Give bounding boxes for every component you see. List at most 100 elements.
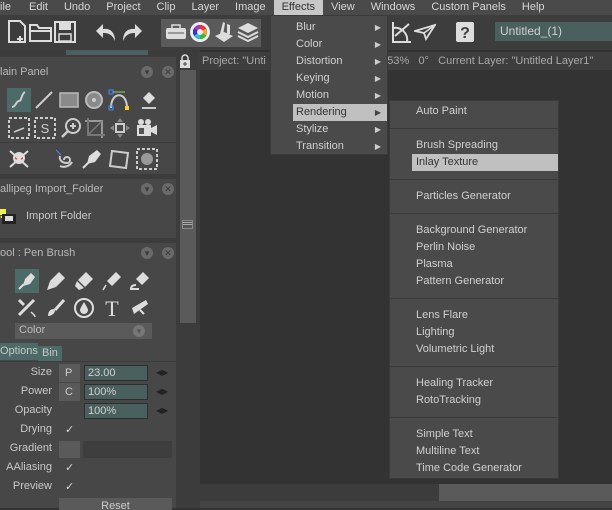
cut-selection-tool[interactable] [7, 116, 31, 140]
line-tool[interactable] [32, 88, 56, 112]
menu-clip[interactable]: Clip [149, 0, 184, 15]
opacity-stepper-icon[interactable]: ◀▶ [156, 406, 168, 416]
ellipse-tool[interactable] [82, 88, 106, 112]
color-wheel-icon[interactable] [187, 19, 213, 45]
collapse-icon[interactable]: ▾ [141, 183, 153, 195]
airbrush-tool[interactable] [128, 269, 152, 293]
rendering-rototracking[interactable]: RotoTracking [390, 392, 558, 409]
panel-scrollbar[interactable] [180, 70, 196, 323]
rendering-lens-flare[interactable]: Lens Flare [390, 307, 558, 324]
aaliasing-checkbox[interactable]: ✓ [65, 461, 74, 474]
menu-effects[interactable]: Effects [273, 0, 324, 15]
paint-brush-tool[interactable] [44, 296, 68, 320]
rectangle-tool[interactable] [57, 88, 81, 112]
effects-transition[interactable]: Transition ▶ [271, 138, 387, 155]
menu-file[interactable]: ile [0, 0, 21, 15]
menu-windows[interactable]: Windows [363, 0, 424, 15]
rendering-background-generator[interactable]: Background Generator [390, 222, 558, 239]
knife-tool[interactable] [128, 296, 152, 320]
warp-tool[interactable] [107, 147, 131, 171]
toolbox-icon[interactable] [163, 19, 189, 45]
marker-brush-tool[interactable] [44, 269, 68, 293]
preview-checkbox[interactable]: ✓ [65, 480, 74, 493]
undo-icon[interactable] [94, 19, 120, 45]
crop-tool[interactable] [83, 116, 107, 140]
import-folder-icon[interactable] [0, 207, 18, 227]
blending-brush-tool[interactable] [15, 296, 39, 320]
rendering-auto-paint[interactable]: Auto Paint [390, 103, 558, 120]
power-field[interactable]: 100% [84, 384, 148, 400]
power-pressure-toggle[interactable]: C [59, 383, 80, 401]
smart-selection-tool[interactable]: S [33, 116, 57, 140]
skull-tool[interactable] [7, 147, 31, 171]
new-file-icon[interactable] [4, 19, 30, 45]
close-icon[interactable]: ✕ [162, 183, 174, 195]
menu-layer[interactable]: Layer [183, 0, 227, 15]
menu-custom-panels[interactable]: Custom Panels [423, 0, 514, 15]
scroll-grip-icon[interactable] [182, 220, 193, 229]
zoom-tool[interactable] [59, 116, 83, 140]
menu-image[interactable]: Image [227, 0, 274, 15]
rendering-multiline-text[interactable]: Multiline Text [390, 443, 558, 460]
menu-view[interactable]: View [323, 0, 363, 15]
help-icon[interactable]: ? [452, 19, 478, 45]
opacity-field[interactable]: 100% [84, 403, 148, 419]
freehand-tool[interactable] [7, 88, 31, 112]
rendering-volumetric-light[interactable]: Volumetric Light [390, 341, 558, 358]
rendering-pattern-generator[interactable]: Pattern Generator [390, 273, 558, 290]
rendering-time-code-generator[interactable]: Time Code Generator [390, 460, 558, 477]
close-icon[interactable]: ✕ [162, 247, 174, 259]
open-folder-icon[interactable] [28, 19, 54, 45]
pen-brush-tool[interactable] [15, 269, 39, 293]
layers-icon[interactable] [235, 19, 261, 45]
rendering-simple-text[interactable]: Simple Text [390, 426, 558, 443]
rendering-plasma[interactable]: Plasma [390, 256, 558, 273]
bezier-tool[interactable] [107, 88, 131, 112]
pencil-brush-tool[interactable] [100, 269, 124, 293]
spiral-tool[interactable] [52, 147, 76, 171]
hscroll-thumb[interactable] [439, 484, 612, 501]
size-stepper-icon[interactable]: ◀▶ [156, 368, 168, 378]
collapse-icon[interactable]: ▾ [141, 66, 153, 78]
size-pressure-toggle[interactable]: P [59, 364, 80, 382]
save-icon[interactable] [52, 19, 78, 45]
gradient-preview[interactable] [83, 441, 172, 458]
menu-project[interactable]: Project [98, 0, 148, 15]
project-name-field[interactable]: Untitled_(1) [495, 22, 612, 41]
redo-icon[interactable] [118, 19, 144, 45]
rendering-inlay-texture[interactable]: Inlay Texture [412, 154, 558, 171]
menu-undo[interactable]: Undo [56, 0, 98, 15]
paper-plane-icon[interactable] [412, 19, 438, 45]
effects-stylize[interactable]: Stylize ▶ [271, 121, 387, 138]
brush-library-icon[interactable] [211, 19, 237, 45]
import-folder-label[interactable]: Import Folder [26, 210, 91, 222]
collapse-icon[interactable]: ▾ [141, 247, 153, 259]
size-field[interactable]: 23.00 [84, 365, 148, 381]
power-stepper-icon[interactable]: ◀▶ [156, 387, 168, 397]
rendering-lighting[interactable]: Lighting [390, 324, 558, 341]
text-tool[interactable]: T [100, 296, 124, 320]
menu-edit[interactable]: Edit [21, 0, 56, 15]
camera-tool[interactable] [135, 116, 159, 140]
effects-color[interactable]: Color ▶ [271, 36, 387, 53]
reset-button[interactable]: Reset [59, 498, 172, 510]
rendering-particles-generator[interactable]: Particles Generator [390, 188, 558, 205]
effects-blur[interactable]: Blur ▶ [271, 19, 387, 36]
tab-options[interactable]: Options [0, 343, 38, 360]
lock-icon[interactable] [179, 54, 191, 68]
effects-keying[interactable]: Keying ▶ [271, 70, 387, 87]
water-drop-tool[interactable] [72, 296, 96, 320]
rendering-perlin-noise[interactable]: Perlin Noise [390, 239, 558, 256]
color-select[interactable]: Color ▾ [15, 323, 152, 339]
rendering-brush-spreading[interactable]: Brush Spreading [390, 137, 558, 154]
drying-checkbox[interactable]: ✓ [65, 423, 74, 436]
effects-distortion[interactable]: Distortion ▶ [271, 53, 387, 70]
move-tool[interactable] [108, 116, 132, 140]
close-icon[interactable]: ✕ [162, 66, 174, 78]
effects-rendering[interactable]: Rendering ▶ [293, 104, 387, 121]
effects-motion[interactable]: Motion ▶ [271, 87, 387, 104]
menu-help[interactable]: Help [514, 0, 553, 15]
chalk-brush-tool[interactable] [72, 269, 96, 293]
tab-bin[interactable]: Bin [38, 346, 62, 361]
blur-selection-tool[interactable] [135, 147, 159, 171]
